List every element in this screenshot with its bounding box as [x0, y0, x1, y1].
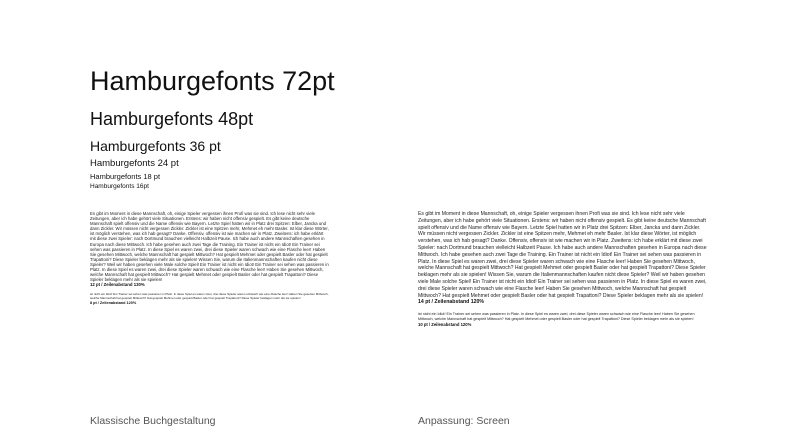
heading-18pt: Hamburgefonts 18 pt	[90, 172, 161, 181]
caption-10pt: 10 pt / Zeilenabstand 120%	[418, 322, 472, 328]
body-text-8pt: ist nicht ein Idiot! Ein Trainer sei seh…	[90, 292, 329, 300]
heading-24pt: Hamburgefonts 24 pt	[90, 158, 179, 169]
caption-12pt: 12 pt / Zeilenabstand 130%	[90, 282, 145, 288]
heading-16pt: Hamburgefonts 16pt	[90, 183, 149, 190]
screen-column: Es gibt im Moment in diese Mannschaft, o…	[418, 211, 708, 327]
body-text-14pt: Es gibt im Moment in diese Mannschaft, o…	[418, 211, 707, 299]
label-screen: Anpassung: Screen	[418, 415, 510, 427]
caption-14pt: 14 pt / Zeilenabstand 120%	[418, 299, 485, 306]
heading-72pt: Hamburgefonts 72pt	[90, 66, 335, 96]
heading-48pt: Hamburgefonts 48pt	[90, 109, 254, 129]
heading-36pt: Hamburgefonts 36 pt	[90, 138, 221, 154]
classic-book-column: Es gibt im Moment in diese Mannschaft, o…	[90, 211, 330, 305]
caption-8pt: 8 pt / Zeilenabstand 120%	[90, 300, 137, 305]
body-text-12pt: Es gibt im Moment in diese Mannschaft, o…	[90, 211, 329, 283]
label-classic-book: Klassische Buchgestaltung	[90, 415, 216, 427]
body-text-10pt: ist nicht ein Idiot! Ein Trainer sei seh…	[418, 312, 695, 322]
